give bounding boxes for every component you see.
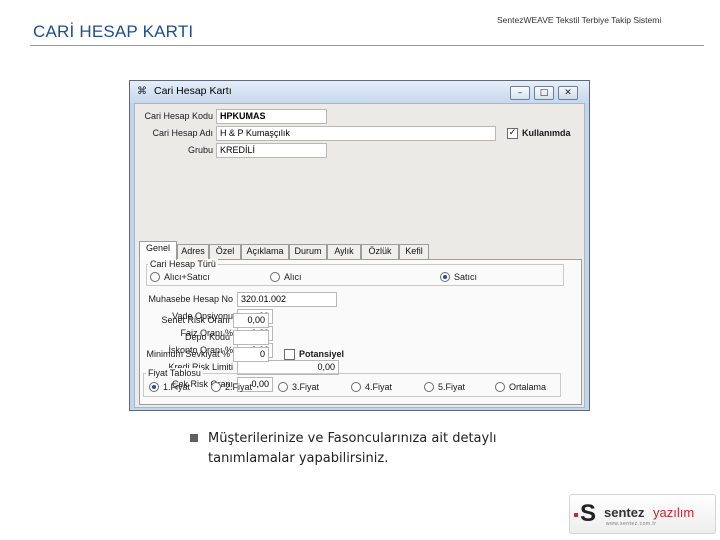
senet-field[interactable]: 0,00 [233, 313, 269, 328]
tab-durum[interactable]: Durum [289, 244, 327, 259]
depo-label: Depo Kodu [184, 332, 230, 342]
radio-price-average-label: Ortalama [509, 382, 547, 392]
radio-alici-label: Alıcı [284, 272, 302, 282]
cari-hesap-window: ⌘ Cari Hesap Kartı – □ ✕ Cari Hesap Kodu… [129, 80, 590, 411]
potential-label: Potansiyel [299, 349, 345, 359]
radio-price-5[interactable] [424, 382, 434, 392]
radio-price-3-label: 3.Fiyat [292, 382, 320, 392]
potential-checkbox[interactable] [284, 349, 295, 360]
logo-word-sentez: sentez [604, 505, 645, 520]
slide-title: CARİ HESAP KARTI [33, 22, 194, 41]
radio-price-2[interactable] [211, 382, 221, 392]
name-field[interactable]: H & P Kumaşçılık [216, 126, 496, 141]
min-sevkiyat-field[interactable]: 0 [233, 347, 269, 362]
minimize-button[interactable]: – [510, 86, 530, 100]
header-divider [30, 45, 704, 46]
radio-price-1[interactable] [149, 382, 159, 392]
radio-price-2-label: 2.Fiyat [225, 382, 253, 392]
radio-satici-label: Satıcı [454, 272, 478, 282]
tab-ozluk[interactable]: Özlük [361, 244, 399, 259]
tab-kefil[interactable]: Kefil [399, 244, 429, 259]
radio-price-1-label: 1.Fiyat [163, 382, 191, 392]
radio-alici-satici[interactable] [150, 272, 160, 282]
radio-price-4-label: 4.Fiyat [365, 382, 393, 392]
radio-price-4[interactable] [351, 382, 361, 392]
tab-aylik[interactable]: Aylık [327, 244, 361, 259]
depo-field[interactable] [233, 330, 269, 345]
radio-alici[interactable] [270, 272, 280, 282]
tab-aciklama[interactable]: Açıklama [241, 244, 289, 259]
tab-ozel[interactable]: Özel [209, 244, 241, 259]
radio-alici-satici-label: Alıcı+Satıcı [164, 272, 210, 282]
muhasebe-label: Muhasebe Hesap No [148, 294, 233, 304]
group-label: Grubu [187, 145, 213, 155]
code-label: Cari Hesap Kodu [144, 111, 213, 121]
logo-dot-icon [574, 513, 578, 517]
min-sevkiyat-label: Minimum Sevkiyat % [146, 349, 230, 359]
radio-price-5-label: 5.Fiyat [438, 382, 466, 392]
radio-price-3[interactable] [278, 382, 288, 392]
bullet-text: Müşterilerinize ve Fasoncularınıza ait d… [208, 431, 497, 466]
slide-subtitle: SentezWEAVE Tekstil Terbiye Takip Sistem… [497, 15, 662, 25]
radio-price-average[interactable] [495, 382, 505, 392]
senet-label: Senet Risk Oranı [161, 315, 230, 325]
price-table-caption: Fiyat Tablosu [146, 368, 203, 378]
name-label: Cari Hesap Adı [152, 128, 213, 138]
sentez-logo: S sentez yazılım www.sentez.com.tr [569, 494, 716, 534]
tab-genel[interactable]: Genel [139, 241, 177, 260]
in-use-checkbox[interactable]: ✓ [507, 128, 518, 139]
bullet-marker [190, 434, 198, 442]
logo-word-yazilim: yazılım [653, 505, 695, 520]
tab-adres[interactable]: Adres [177, 244, 209, 259]
app-icon: ⌘ [137, 86, 147, 97]
radio-satici[interactable] [440, 272, 450, 282]
muhasebe-field[interactable]: 320.01.002 [237, 292, 337, 307]
code-field[interactable]: HPKUMAS [216, 109, 327, 124]
window-titlebar[interactable]: ⌘ Cari Hesap Kartı – □ ✕ [130, 81, 589, 103]
maximize-button[interactable]: □ [534, 86, 554, 100]
group-field[interactable]: KREDİLİ [216, 143, 327, 158]
in-use-label: Kullanımda [522, 128, 571, 138]
window-client: Cari Hesap Kodu HPKUMAS Cari Hesap Adı H… [134, 103, 585, 408]
account-type-caption: Cari Hesap Türü [148, 259, 218, 269]
close-button[interactable]: ✕ [558, 86, 578, 100]
logo-s-icon: S [580, 500, 597, 527]
logo-url: www.sentez.com.tr [606, 521, 657, 527]
window-title: Cari Hesap Kartı [154, 85, 232, 97]
